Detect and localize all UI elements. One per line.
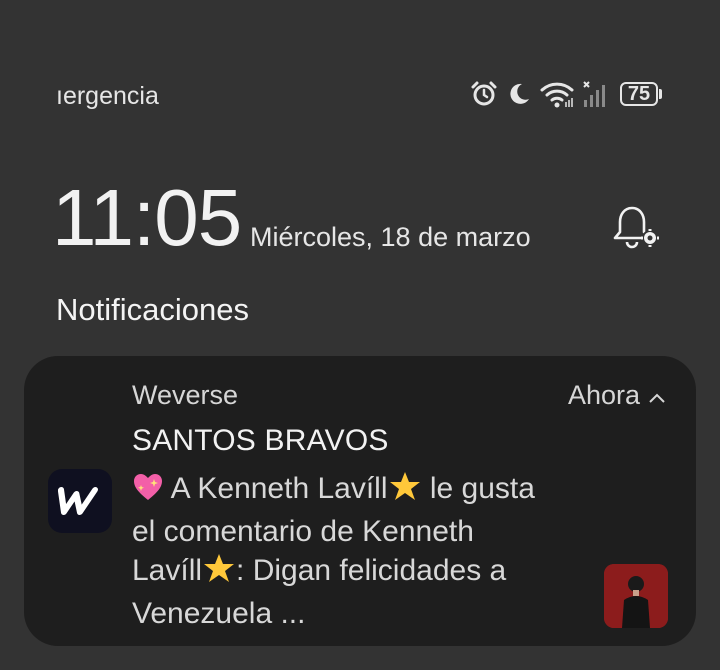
notifications-heading: Notificaciones [56, 292, 249, 327]
chevron-up-icon[interactable] [648, 380, 666, 411]
battery-icon: 75 [620, 82, 662, 106]
notification-body-part-1: A Kenneth Lavíll [164, 472, 388, 505]
moon-icon [506, 81, 532, 107]
lock-date: Miércoles, 18 de marzo [250, 222, 531, 252]
glowing-star-icon [202, 552, 236, 594]
status-bar: ıergencia 75 [0, 0, 720, 140]
notification-body: A Kenneth Lavíll le gusta el comentario … [132, 469, 552, 633]
notification-title: SANTOS BRAVOS [132, 424, 389, 457]
weverse-app-icon [48, 469, 112, 533]
lock-time: 11:05 [52, 173, 242, 262]
sparkling-heart-icon [132, 472, 164, 512]
glowing-star-icon [388, 470, 422, 512]
wifi-icon [540, 80, 574, 108]
notification-thumbnail [604, 564, 668, 628]
notification-time-label: Ahora [567, 380, 640, 410]
alarm-icon [470, 80, 498, 108]
carrier-label: ıergencia [56, 82, 159, 110]
notification-time[interactable]: Ahora [568, 380, 666, 411]
status-icons: 75 [470, 80, 662, 108]
notification-app-name: Weverse [132, 380, 239, 410]
signal-icon [582, 80, 612, 108]
battery-level: 75 [620, 82, 658, 106]
notification-card[interactable]: Weverse Ahora SANTOS BRAVOS A Kenneth La… [24, 356, 696, 646]
notification-settings-icon[interactable] [612, 204, 662, 252]
